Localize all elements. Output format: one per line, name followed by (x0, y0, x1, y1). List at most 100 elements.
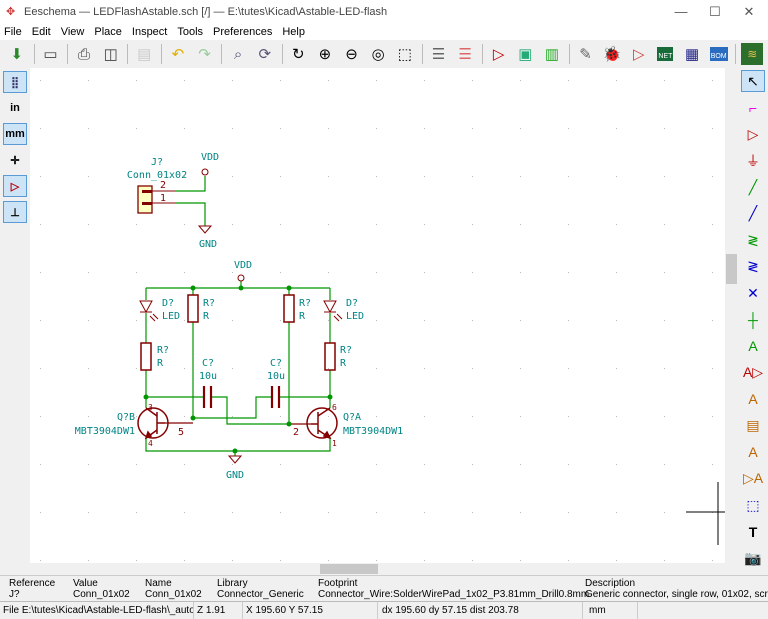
minimize-button[interactable]: — (664, 0, 698, 24)
menu-preferences[interactable]: Preferences (213, 24, 272, 40)
add-wire-icon[interactable]: ╱ (741, 176, 765, 198)
resistor-left-base[interactable]: R? R (187, 294, 215, 323)
units-inches-button[interactable]: in (3, 97, 27, 119)
grid-dot (184, 464, 185, 465)
find-replace-icon[interactable]: ⟳ (254, 43, 276, 65)
resistor-right-led[interactable]: R? R (324, 342, 352, 371)
connector-j[interactable]: 2 1 J? Conn_01x02 (127, 157, 187, 214)
menu-edit[interactable]: Edit (32, 24, 51, 40)
maximize-button[interactable]: ☐ (698, 0, 732, 24)
menu-inspect[interactable]: Inspect (132, 24, 167, 40)
add-sheet-icon[interactable]: ▤ (741, 415, 765, 437)
horizontal-scroll-thumb[interactable] (320, 564, 378, 574)
menu-view[interactable]: View (61, 24, 85, 40)
assign-footprints-icon[interactable]: ▷ (628, 43, 650, 65)
add-sheet-pin-icon[interactable]: ▷A (741, 468, 765, 490)
find-icon[interactable]: ⌕ (227, 43, 249, 65)
select-arrow-icon[interactable]: ↖ (741, 70, 765, 92)
bus-to-bus-entry-icon[interactable]: ≷ (741, 256, 765, 278)
hierarchy-navigator-icon[interactable]: ☰ (428, 43, 450, 65)
schematic-canvas[interactable]: 2 1 J? Conn_01x02 VDD GND VDD GND D? LED… (30, 68, 725, 563)
add-text-icon[interactable]: T (741, 521, 765, 543)
highlight-net-icon[interactable]: ⌐ (741, 97, 765, 119)
menu-place[interactable]: Place (94, 24, 122, 40)
gnd-symbol-connector[interactable]: GND (197, 225, 217, 250)
transistor-ref: Q?B (117, 412, 135, 423)
add-symbol-icon[interactable]: ▷ (741, 123, 765, 145)
grid-dot (136, 416, 137, 417)
wire-to-bus-entry-icon[interactable]: ≷ (741, 229, 765, 251)
grid-dot (184, 512, 185, 513)
undo-icon[interactable]: ↶ (167, 43, 189, 65)
units-mm-button[interactable]: mm (3, 123, 27, 145)
add-junction-icon[interactable]: ┼ (741, 309, 765, 331)
no-connect-icon[interactable]: ✕ (741, 282, 765, 304)
grid-dot (136, 320, 137, 321)
vertical-scrollbar[interactable] (725, 68, 738, 563)
zoom-selection-icon[interactable]: ⬚ (394, 43, 416, 65)
resistor-value: R (203, 311, 210, 322)
resistor-value: R (157, 358, 164, 369)
annotate-icon[interactable]: ✎ (575, 43, 597, 65)
footprint-editor-icon[interactable]: ▥ (541, 43, 563, 65)
grid-dot (424, 464, 425, 465)
add-image-icon[interactable]: 📷 (741, 547, 765, 569)
info-header-library: Library (217, 578, 248, 589)
info-value-reference: J? (9, 589, 20, 600)
symbol-editor-icon[interactable]: ▷ (488, 43, 510, 65)
netlist-icon[interactable]: NET (655, 43, 677, 65)
refresh-icon[interactable]: ↻ (288, 43, 310, 65)
spreadsheet-icon[interactable]: ▦ (681, 43, 703, 65)
add-net-label-icon[interactable]: A (741, 335, 765, 357)
symbol-browser-icon[interactable]: ▣ (515, 43, 537, 65)
capacitor-left[interactable]: C? 10u (199, 358, 217, 408)
resistor-left-led[interactable]: R? R (140, 342, 169, 371)
vertical-scroll-thumb[interactable] (726, 254, 737, 284)
cursor-shape-icon[interactable]: ✛ (3, 149, 27, 171)
vdd-symbol-connector[interactable]: VDD (201, 152, 219, 176)
page-settings-icon[interactable]: ▭ (40, 43, 62, 65)
plot-icon[interactable]: ◫ (100, 43, 122, 65)
resistor-ref: R? (203, 298, 215, 309)
add-graphic-lines-icon[interactable]: ⬚ (741, 494, 765, 516)
pcbnew-icon[interactable]: ≋ (741, 43, 764, 65)
grid-dot (40, 272, 41, 273)
add-hier-label-icon[interactable]: A (741, 388, 765, 410)
close-button[interactable]: ✕ (732, 0, 766, 24)
menu-help[interactable]: Help (282, 24, 305, 40)
grid-dot (232, 368, 233, 369)
resistor-right-base[interactable]: R? R (283, 294, 311, 323)
capacitor-right[interactable]: C? 10u (267, 358, 285, 408)
zoom-fit-icon[interactable]: ◎ (367, 43, 389, 65)
vdd-symbol-circuit[interactable]: VDD (234, 260, 252, 282)
menu-tools[interactable]: Tools (177, 24, 203, 40)
add-bus-icon[interactable]: ╱ (741, 203, 765, 225)
resistor-value: R (340, 358, 347, 369)
transistor-qb[interactable]: Q?B MBT3904DW1 5 3 4 (75, 403, 184, 448)
grid-dot (136, 224, 137, 225)
gnd-symbol-circuit[interactable]: GND (226, 455, 244, 481)
horizontal-scrollbar[interactable] (30, 563, 725, 575)
print-icon[interactable]: ⎙ (73, 43, 95, 65)
paste-icon[interactable]: ▤ (133, 43, 155, 65)
add-power-icon[interactable]: ⏚ (741, 150, 765, 172)
zoom-in-icon[interactable]: ⊕ (314, 43, 336, 65)
bom-icon[interactable]: BOM (708, 43, 730, 65)
add-global-label-icon[interactable]: A▷ (741, 362, 765, 384)
wire-angle-icon[interactable]: ⊥ (3, 201, 27, 223)
import-sheet-pin-icon[interactable]: A (741, 441, 765, 463)
emitter-pin-number: 4 (148, 439, 153, 448)
led-ref: D? (162, 298, 174, 309)
transistor-qa[interactable]: Q?A MBT3904DW1 2 6 1 (293, 403, 403, 448)
erc-icon[interactable]: 🐞 (601, 43, 623, 65)
grid-dot (520, 224, 521, 225)
zoom-out-icon[interactable]: ⊖ (341, 43, 363, 65)
hidden-pins-icon[interactable]: ▷ (3, 175, 27, 197)
leave-sheet-icon[interactable]: ☰ (454, 43, 476, 65)
grid-dot (136, 128, 137, 129)
menu-file[interactable]: File (4, 24, 22, 40)
grid-toggle-icon[interactable]: ⣿ (3, 71, 27, 93)
redo-icon[interactable]: ↷ (194, 43, 216, 65)
save-icon[interactable]: ⬇ (6, 43, 28, 65)
grid-dot (568, 512, 569, 513)
